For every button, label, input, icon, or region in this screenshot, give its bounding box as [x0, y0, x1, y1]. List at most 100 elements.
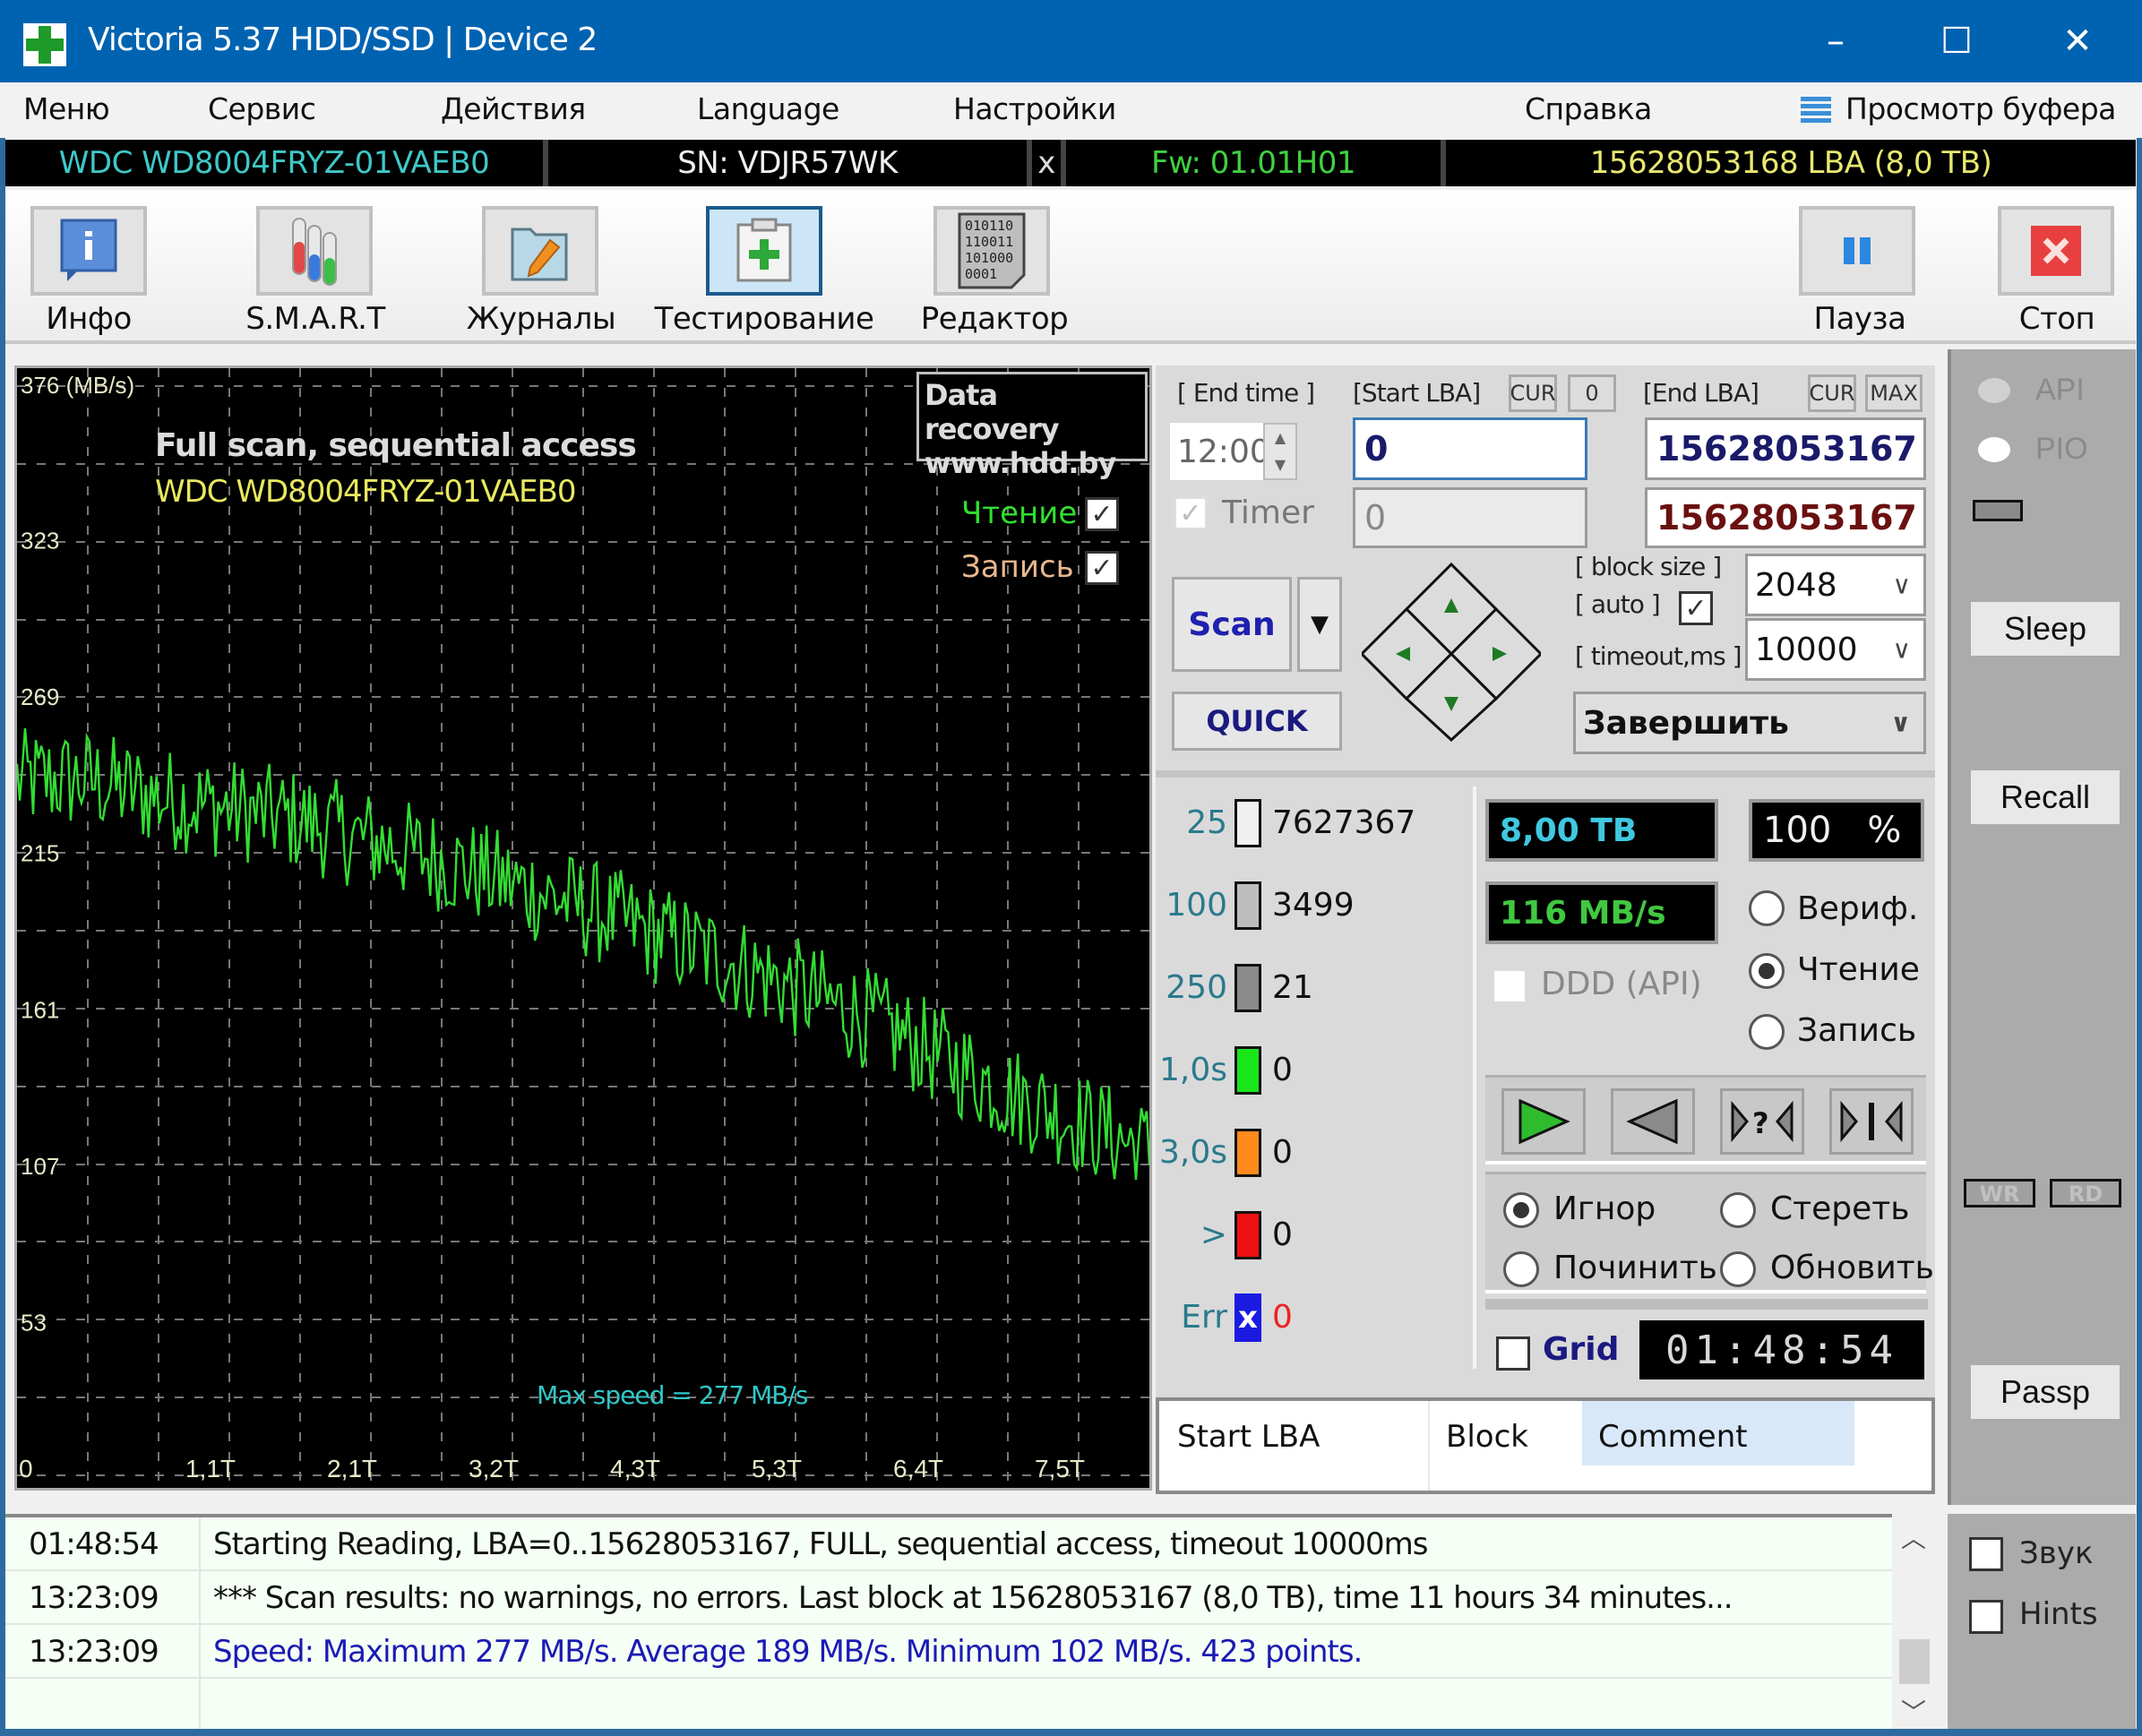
scroll-thumb[interactable]	[1899, 1639, 1930, 1684]
menu-item-service[interactable]: Сервис	[208, 91, 316, 126]
timeout-value: 10000	[1755, 631, 1858, 668]
minimize-button[interactable]: –	[1774, 0, 1897, 82]
divider	[1156, 770, 1935, 778]
end-lba-max-button[interactable]: MAX	[1865, 374, 1923, 412]
testing-button[interactable]	[706, 206, 822, 296]
api-radio[interactable]	[1978, 378, 2010, 403]
column-start-lba[interactable]: Start LBA	[1177, 1419, 1320, 1455]
timer-checkbox[interactable]: ✓	[1174, 496, 1208, 530]
menu-item-settings[interactable]: Настройки	[953, 91, 1116, 126]
direction-pad[interactable]	[1362, 563, 1541, 742]
svg-text:101000: 101000	[965, 250, 1013, 266]
log-scrollbar[interactable]: ︿ ﹀	[1892, 1514, 1937, 1729]
logs-button[interactable]	[482, 206, 598, 296]
grid-checkbox[interactable]	[1496, 1336, 1530, 1371]
close-button[interactable]: ✕	[2016, 0, 2139, 82]
watermark-line1: Data recovery	[925, 378, 1060, 446]
menu-item-language[interactable]: Language	[697, 91, 839, 126]
mode-verify-radio[interactable]	[1749, 890, 1785, 930]
test-tubes-icon	[292, 218, 337, 286]
sound-checkbox[interactable]	[1969, 1537, 2003, 1571]
start-lba-zero-button[interactable]: 0	[1568, 374, 1616, 412]
play-backward-button[interactable]	[1611, 1088, 1695, 1155]
mode-write-radio[interactable]	[1749, 1014, 1785, 1053]
action-repair-radio[interactable]	[1503, 1251, 1539, 1291]
auto-block-size-checkbox[interactable]: ✓	[1679, 591, 1713, 625]
sleep-button[interactable]: Sleep	[1971, 602, 2120, 656]
column-comment[interactable]: Comment	[1582, 1401, 1854, 1465]
end-lba-cur-button[interactable]: CUR	[1808, 374, 1856, 412]
legend-row: 1,0s 0	[1156, 1043, 1469, 1105]
pause-button[interactable]	[1799, 206, 1915, 296]
recall-button[interactable]: Recall	[1971, 770, 2120, 824]
block-size-select[interactable]: 2048 ∨	[1745, 554, 1926, 616]
graph-title: Full scan, sequential access	[155, 427, 637, 464]
speed-chart-svg: 376 (MB/s) 323 269 215 161 107 53 0 1,1T 2,1T 3,2T…	[17, 368, 1149, 1488]
ddd-api-checkbox[interactable]	[1494, 971, 1525, 1001]
progress-bar	[1485, 1299, 1928, 1310]
write-legend-checkbox[interactable]: ✓	[1085, 551, 1119, 585]
timer-value-field[interactable]: 0	[1353, 487, 1587, 548]
end-time-input[interactable]: 12:00	[1170, 423, 1270, 480]
smart-button[interactable]	[256, 206, 373, 296]
scan-control-panel: [ End time ] [Start LBA] CUR 0 [End LBA]…	[1156, 365, 1935, 1494]
log-entry: 01:48:54 Starting Reading, LBA=0..1562805…	[5, 1517, 1892, 1571]
x-tick-label: 3,2T	[469, 1455, 519, 1482]
timeout-select[interactable]: 10000 ∨	[1745, 618, 1926, 681]
butterfly-button[interactable]	[1829, 1088, 1914, 1155]
action-erase-radio[interactable]	[1720, 1192, 1756, 1232]
legend-color-box	[1234, 1046, 1261, 1095]
action-refresh-radio[interactable]	[1720, 1251, 1756, 1291]
legend-count: 0	[1272, 1134, 1293, 1171]
scan-dropdown-button[interactable]: ▼	[1297, 577, 1342, 672]
menu-item-actions[interactable]: Действия	[441, 91, 586, 126]
action-ignore-radio[interactable]	[1503, 1192, 1539, 1232]
reverse-icon	[1626, 1099, 1678, 1144]
y-tick-label: 161	[21, 996, 59, 1023]
scan-button[interactable]: Scan	[1172, 577, 1292, 672]
passp-button[interactable]: Passp	[1971, 1365, 2120, 1419]
column-block[interactable]: Block	[1428, 1419, 1528, 1455]
stop-button[interactable]	[1998, 206, 2114, 296]
play-forward-button[interactable]	[1501, 1088, 1586, 1155]
hints-checkbox[interactable]	[1969, 1600, 2003, 1634]
random-seek-button[interactable]: ?	[1720, 1088, 1804, 1155]
finish-action-select[interactable]: Завершить ∨	[1573, 692, 1926, 754]
info-button[interactable]	[30, 206, 147, 296]
butterfly-icon	[1840, 1100, 1903, 1143]
menu-item-help[interactable]: Справка	[1525, 91, 1652, 126]
legend-threshold: 25	[1186, 804, 1227, 841]
title-bar: Victoria 5.37 HDD/SSD | Device 2 – ☐ ✕	[0, 0, 2142, 82]
end-time-spinner[interactable]: ▲ ▼	[1263, 423, 1297, 480]
start-lba-cur-button[interactable]: CUR	[1509, 374, 1557, 412]
legend-row: 25 7627367	[1156, 795, 1469, 858]
legend-row: >0	[1156, 1207, 1469, 1270]
legend-count: 0	[1272, 1216, 1293, 1253]
ddd-api-label: DDD (API)	[1541, 966, 1702, 1002]
wr-indicator: WR	[1964, 1179, 2035, 1207]
x-tick-label: 2,1T	[327, 1455, 377, 1482]
start-lba-input[interactable]: 0	[1353, 417, 1587, 480]
x-tick-label: 5,3T	[752, 1455, 802, 1482]
maximize-button[interactable]: ☐	[1895, 0, 2018, 82]
editor-button[interactable]: 010110 110011 101000 0001	[933, 206, 1050, 296]
legend-threshold: Err	[1181, 1299, 1227, 1336]
rd-indicator: RD	[2050, 1179, 2121, 1207]
read-legend-checkbox[interactable]: ✓	[1085, 497, 1119, 531]
finish-action-value: Завершить	[1583, 704, 1789, 742]
pio-radio[interactable]	[1978, 437, 2010, 462]
testing-label: Тестирование	[654, 301, 874, 337]
menu-item-buffer-view[interactable]: Просмотр буфера	[1845, 91, 2116, 126]
toolbar: Инфо S.M.A.R.T Журналы Тестирование 0101…	[5, 190, 2136, 344]
quick-button[interactable]: QUICK	[1172, 692, 1342, 751]
scroll-down-icon[interactable]: ﹀	[1901, 1693, 1926, 1729]
legend-row: Err x 0	[1156, 1290, 1469, 1353]
device-eject-button[interactable]: x	[1032, 140, 1066, 186]
options-panel: Звук Hints	[1948, 1514, 2136, 1729]
write-legend-label: Запись	[961, 549, 1074, 585]
end-lba-input[interactable]: 15628053167	[1645, 417, 1926, 480]
menu-item-menu[interactable]: Меню	[23, 91, 110, 126]
scroll-up-icon[interactable]: ︿	[1901, 1519, 1926, 1555]
mode-read-radio[interactable]	[1749, 953, 1785, 993]
current-end-lba-field[interactable]: 15628053167	[1645, 487, 1926, 548]
